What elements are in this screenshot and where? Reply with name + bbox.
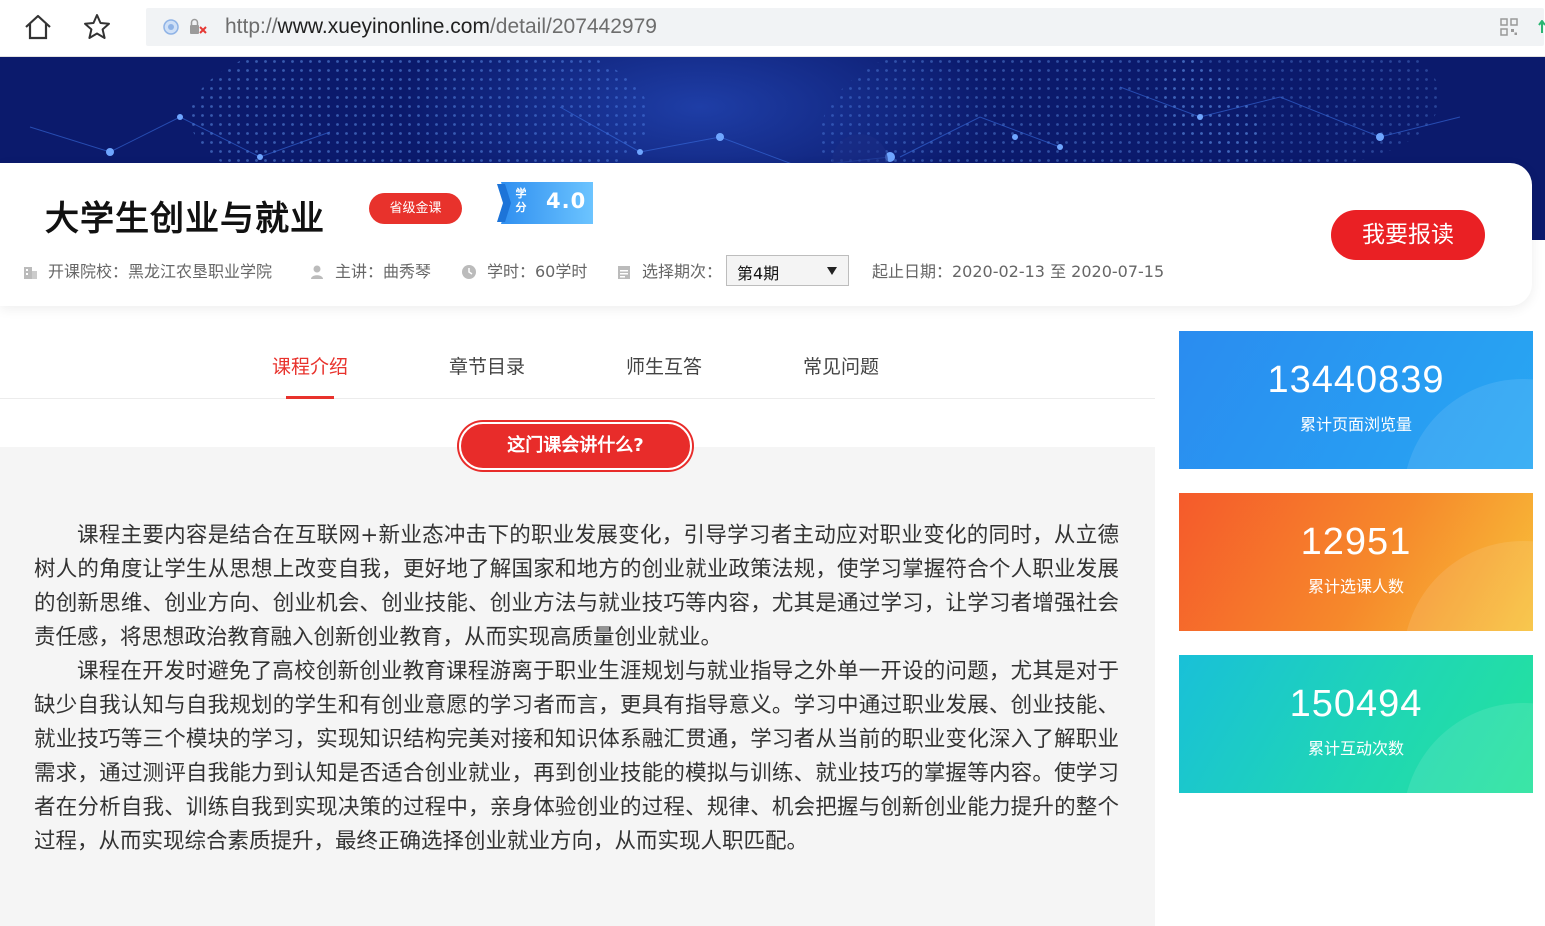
dates-text: 起止日期：2020-02-13 至 2020-07-15: [872, 262, 1165, 281]
meta-school: 开课院校：黑龙江农垦职业学院: [22, 261, 272, 283]
meta-teacher: 主讲：曲秀琴: [309, 261, 431, 283]
security-icon: [163, 18, 207, 35]
dropdown-arrow-icon: [827, 267, 837, 275]
meta-dates: 起止日期：2020-02-13 至 2020-07-15: [872, 261, 1164, 283]
enroll-button[interactable]: 我要报读: [1331, 210, 1485, 260]
credit-label: 学分: [515, 187, 527, 214]
page-views-label: 累计页面浏览量: [1299, 415, 1412, 434]
star-icon: [84, 14, 110, 39]
hours-text: 学时：60学时: [487, 262, 588, 281]
intro-paragraph-1: 课程主要内容是结合在互联网+新业态冲击下的职业发展变化，引导学习者主动应对职业变…: [34, 523, 1119, 650]
enrollments-value: 12951: [1300, 521, 1412, 563]
tab-chapters[interactable]: 章节目录: [449, 352, 525, 379]
meta-hours: 学时：60学时: [461, 261, 587, 283]
tab-qa[interactable]: 师生互答: [626, 352, 702, 379]
stat-page-views: 13440839 累计页面浏览量: [1179, 331, 1533, 469]
credit-value: 4.0: [546, 189, 587, 213]
active-tab-indicator: [286, 396, 334, 399]
page-root: http://www.xueyinonline.com/detail/20744…: [0, 0, 1545, 926]
url-domain: www.xueyinonline.com: [277, 15, 490, 38]
term-select[interactable]: 第4期: [726, 255, 849, 286]
url-prefix: http://: [225, 15, 278, 38]
teacher-text: 主讲：曲秀琴: [335, 262, 432, 281]
url-text[interactable]: http://www.xueyinonline.com/detail/20744…: [225, 13, 657, 41]
course-header-card: 大学生创业与就业 省级金课 学分 4.0 我要报读 开课院校：黑龙江农垦职业学院…: [0, 163, 1532, 306]
home-icon: [25, 14, 51, 40]
qr-code-icon[interactable]: [1500, 18, 1518, 36]
term-selected: 第4期: [737, 264, 780, 283]
school-text: 开课院校：黑龙江农垦职业学院: [48, 262, 273, 281]
stat-enrollments: 12951 累计选课人数: [1179, 493, 1533, 631]
course-tabs: 课程介绍 章节目录 师生互答 常见问题: [0, 330, 1155, 399]
bookmark-button[interactable]: [80, 10, 114, 44]
teacher-icon: [311, 265, 323, 279]
provincial-gold-badge: 省级金课: [369, 193, 462, 224]
home-button[interactable]: [21, 10, 55, 44]
calendar-icon: [618, 266, 630, 279]
building-icon: [24, 267, 37, 279]
url-path: /detail/207442979: [489, 15, 657, 38]
interactions-label: 累计互动次数: [1307, 739, 1404, 758]
browser-toolbar: http://www.xueyinonline.com/detail/20744…: [0, 0, 1545, 57]
address-bar[interactable]: http://www.xueyinonline.com/detail/20744…: [146, 8, 1545, 46]
tab-faq[interactable]: 常见问题: [803, 352, 879, 379]
course-title: 大学生创业与就业: [45, 199, 325, 239]
stat-interactions: 150494 累计互动次数: [1179, 655, 1533, 793]
extension-icon[interactable]: [1538, 20, 1545, 34]
intro-heading: 这门课会讲什么?: [459, 422, 692, 470]
term-label: 选择期次：: [642, 262, 723, 281]
tab-intro[interactable]: 课程介绍: [272, 352, 348, 379]
interactions-value: 150494: [1289, 683, 1423, 725]
intro-paragraph-2: 课程在开发时避免了高校创新创业教育课程游离于职业生涯规划与就业指导之外单一开设的…: [34, 659, 1119, 854]
enrollments-label: 累计选课人数: [1307, 577, 1404, 596]
page-views-value: 13440839: [1267, 359, 1445, 401]
meta-term: 选择期次：: [616, 261, 722, 283]
clock-icon: [462, 265, 476, 279]
